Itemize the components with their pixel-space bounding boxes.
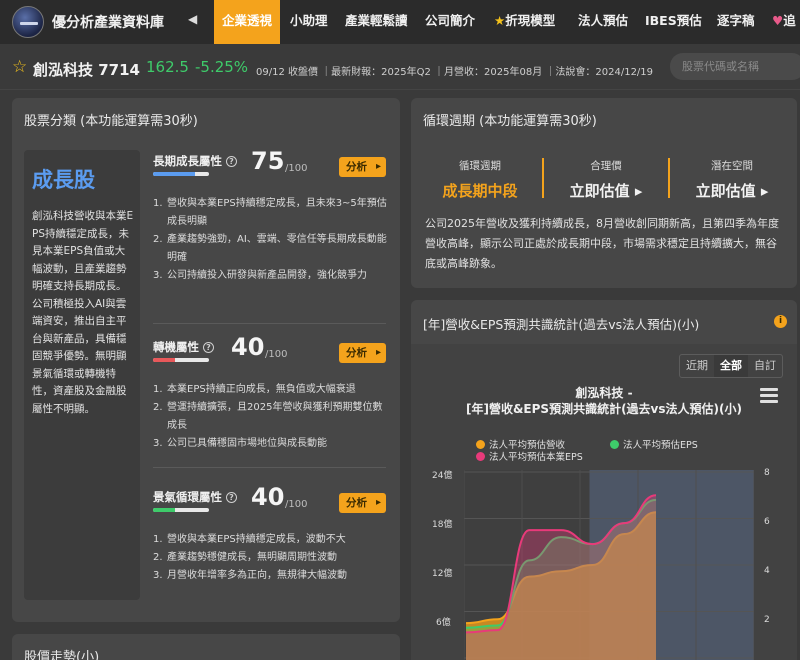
stock-name: 創泓科技 7714	[33, 61, 140, 79]
y-right-tick-label: 8	[764, 468, 770, 478]
range-custom-button[interactable]: 自訂	[748, 355, 782, 377]
stock-price: 162.5	[146, 58, 189, 76]
brand-logo[interactable]	[12, 6, 44, 38]
cycle-stage-head: 循環週期	[459, 160, 501, 172]
divider	[153, 323, 386, 324]
help-icon[interactable]: ?	[203, 342, 214, 353]
forecast-chart	[464, 470, 754, 660]
help-icon[interactable]: ?	[226, 156, 237, 167]
attribute-score-bar-fill	[153, 358, 176, 362]
help-icon[interactable]: ?	[226, 492, 237, 503]
fair-price-button[interactable]: 立即估值 ▸	[542, 180, 670, 201]
legend-item[interactable]: 法人平均預估EPS	[610, 437, 698, 451]
chart-menu-icon[interactable]	[760, 388, 778, 404]
y-left-tick-label: 6億	[436, 618, 451, 628]
attribute-score-bar-fill	[153, 172, 195, 176]
fair-price-head: 合理價	[590, 160, 622, 172]
attribute-score-bar	[153, 508, 209, 512]
nav-item-industry-reading[interactable]: 產業輕鬆讀	[345, 0, 408, 44]
y-right-tick-label: 6	[764, 517, 770, 527]
legend-dot	[476, 440, 485, 449]
list-item: 2. 營運持續擴張，且2025年營收與獲利預期雙位數成長	[153, 402, 383, 431]
legend-dot	[610, 440, 619, 449]
analyze-button[interactable]: 分析	[339, 343, 386, 363]
analyze-button[interactable]: 分析	[339, 493, 386, 513]
attribute-score: 75	[251, 147, 285, 175]
divider	[153, 467, 386, 468]
fair-price-column: 合理價 立即估值 ▸	[542, 158, 670, 201]
legend-dot	[476, 452, 485, 461]
list-item: 3. 月營收年增率多為正向，無規律大幅波動	[153, 570, 347, 581]
list-item: 1. 營收與本業EPS持續穩定成長，且未來3~5年預估成長明顯	[153, 198, 387, 227]
attribute-turnaround: 轉機屬性? 40 /100 分析 1.本業EPS持續正向成長，無負值或大幅衰退 …	[153, 333, 393, 469]
price-trend-title: 股價走勢(小)	[24, 650, 100, 660]
attribute-name: 景氣循環屬性?	[153, 489, 237, 505]
star-icon: ★	[494, 13, 506, 28]
attribute-cyclical: 景氣循環屬性? 40 /100 分析 1.營收與本業EPS持續穩定成長，波動不大…	[153, 483, 393, 599]
chart-title: 創泓科技 -	[575, 386, 633, 400]
nav-item-dcf-model[interactable]: ★折現模型	[494, 0, 555, 44]
attribute-score: 40	[231, 333, 265, 361]
y-left-tick-label: 24億	[432, 471, 453, 481]
range-recent-button[interactable]: 近期	[680, 355, 714, 377]
list-item: 1. 本業EPS持續正向成長，無負值或大幅衰退	[153, 384, 356, 395]
nav-item-watchlist[interactable]: ♥追	[772, 0, 796, 44]
list-item: 1. 營收與本業EPS持續穩定成長，波動不大	[153, 534, 346, 545]
heart-icon: ♥	[772, 13, 784, 28]
cycle-stage-column: 循環週期 成長期中段	[416, 158, 544, 201]
list-item: 2. 產業趨勢強勁，AI、雲端、零信任等長期成長動能明確	[153, 234, 387, 263]
nav-item-ibes-forecast[interactable]: IBES預估	[645, 0, 702, 44]
chart-subtitle: [年]營收&EPS預測共識統計(過去vs法人預估)(小)	[466, 402, 742, 416]
y-right-tick-label: 4	[764, 566, 770, 576]
range-selector: 近期 全部 自訂	[679, 354, 783, 378]
stock-type-card: 成長股 創泓科技營收與本業EPS持續穩定成長，未見本業EPS負值或大幅波動，且產…	[24, 150, 140, 600]
stock-meta-info: 09/12 收盤價 ｜最新財報：2025年Q2 ｜月營收：2025年08月 ｜法…	[256, 67, 654, 78]
attribute-points: 1. 本業EPS持續正向成長，無負值或大幅衰退 2. 營運持續擴張，且2025年營收…	[153, 381, 389, 453]
list-item: 3. 公司已具備穩固市場地位與成長動能	[153, 438, 327, 449]
potential-space-head: 潛在空間	[711, 160, 753, 172]
cycle-description: 公司2025年營收及獲利持續成長，8月營收創同期新高，且第四季為年度營收高峰，顯…	[425, 217, 779, 270]
top-nav: 優分析產業資料庫 ◀ 企業透視 小助理 產業輕鬆讀 公司簡介 ★折現模型 法人預…	[0, 0, 800, 44]
range-all-button[interactable]: 全部	[714, 355, 748, 377]
attribute-name: 轉機屬性?	[153, 339, 214, 355]
stock-search-input[interactable]	[670, 53, 800, 80]
nav-item-transcript[interactable]: 逐字稿	[717, 0, 755, 44]
attribute-score-max: /100	[285, 163, 308, 174]
classification-title: 股票分類 (本功能運算需30秒)	[24, 114, 198, 129]
attribute-score: 40	[251, 483, 285, 511]
attribute-score-bar-fill	[153, 508, 176, 512]
nav-item-company-profile[interactable]: 公司簡介	[425, 0, 475, 44]
attribute-points: 1. 營收與本業EPS持續穩定成長，波動不大 2. 產業趨勢穩健成長，無明顯周期性波…	[153, 531, 389, 585]
attribute-points: 1. 營收與本業EPS持續穩定成長，且未來3~5年預估成長明顯 2. 產業趨勢強勁，…	[153, 195, 389, 285]
list-item: 3. 公司持續投入研發與新產品開發，強化競爭力	[153, 270, 367, 281]
list-item: 2. 產業趨勢穩健成長，無明顯周期性波動	[153, 552, 337, 563]
cycle-title: 循環週期 (本功能運算需30秒)	[423, 114, 597, 129]
nav-item-company-insight[interactable]: 企業透視	[214, 0, 281, 44]
attribute-name: 長期成長屬性?	[153, 153, 237, 169]
attribute-score-bar	[153, 358, 209, 362]
stock-header: ☆ 創泓科技 7714 162.5 -5.25% 09/12 收盤價 ｜最新財報…	[0, 44, 800, 90]
y-right-tick-label: 2	[764, 615, 770, 625]
forecast-panel-title: [年]營收&EPS預測共識統計(過去vs法人預估)(小)	[423, 317, 700, 332]
y-left-tick-label: 12億	[432, 569, 453, 579]
stock-type-description: 創泓科技營收與本業EPS持續穩定成長，未見本業EPS負值或大幅波動，且產業趨勢明…	[32, 210, 134, 415]
nav-back-arrow-icon[interactable]: ◀	[188, 12, 197, 26]
info-icon[interactable]: i	[774, 315, 787, 328]
cycle-stage-value: 成長期中段	[442, 182, 518, 200]
potential-space-column: 潛在空間 立即估值 ▸	[668, 158, 796, 201]
brand-name[interactable]: 優分析產業資料庫	[52, 12, 164, 32]
attribute-score-max: /100	[285, 499, 308, 510]
y-left-tick-label: 18億	[432, 520, 453, 530]
potential-space-button[interactable]: 立即估值 ▸	[668, 180, 796, 201]
attribute-score-max: /100	[265, 349, 288, 360]
analyze-button[interactable]: 分析	[339, 157, 386, 177]
nav-item-institutional-forecast[interactable]: 法人預估	[578, 0, 628, 44]
legend-item[interactable]: 法人平均預估本業EPS	[476, 449, 583, 463]
attribute-score-bar	[153, 172, 209, 176]
stock-type-label: 成長股	[32, 168, 95, 192]
favorite-star-icon[interactable]: ☆	[12, 57, 27, 77]
attribute-long-term-growth: 長期成長屬性? 75 /100 分析 1.營收與本業EPS持續穩定成長，且未來3…	[153, 147, 393, 313]
stock-change: -5.25%	[195, 58, 249, 76]
nav-item-assistant[interactable]: 小助理	[290, 0, 328, 44]
